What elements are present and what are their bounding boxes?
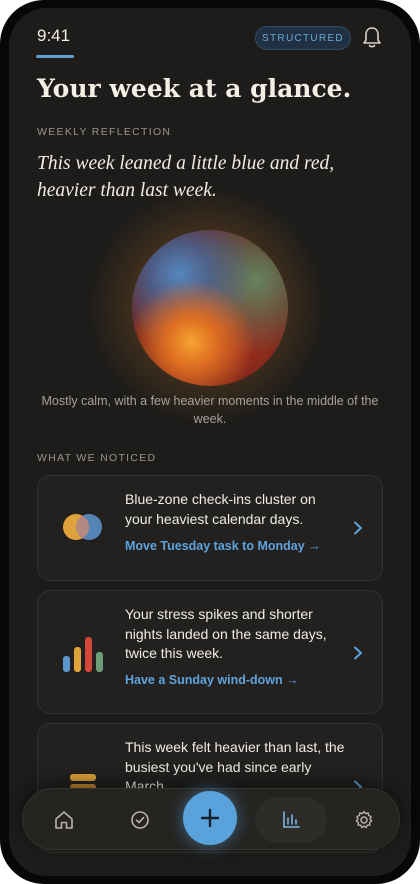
settings-gear-icon[interactable] bbox=[353, 809, 375, 831]
add-entry-button[interactable] bbox=[183, 791, 237, 845]
insight-card[interactable]: Blue-zone check-ins cluster on your heav… bbox=[37, 475, 383, 581]
status-time: 9:41 bbox=[37, 26, 71, 45]
bar-chart-icon bbox=[63, 637, 103, 672]
phone-frame: 9:41 STRUCTURED Your week at a glance. W… bbox=[0, 0, 420, 884]
page-title: Your week at a glance. bbox=[37, 74, 352, 103]
noticed-label: WHAT WE NOTICED bbox=[37, 452, 157, 464]
screen: 9:41 STRUCTURED Your week at a glance. W… bbox=[9, 8, 411, 876]
reflection-label: WEEKLY REFLECTION bbox=[37, 126, 172, 138]
check-circle-icon[interactable] bbox=[129, 809, 151, 831]
orb-caption: Mostly calm, with a few heavier moments … bbox=[41, 394, 379, 426]
plus-icon bbox=[200, 808, 220, 828]
mood-orb[interactable] bbox=[132, 230, 288, 386]
insight-text: Blue-zone check-ins cluster on your heav… bbox=[125, 491, 316, 527]
insight-action-link[interactable]: Have a Sunday wind-down → bbox=[125, 673, 299, 687]
insight-action-link[interactable]: Move Tuesday task to Monday → bbox=[125, 539, 321, 553]
chevron-right-icon[interactable] bbox=[353, 646, 363, 660]
bell-icon[interactable] bbox=[361, 25, 383, 49]
time-underline bbox=[36, 55, 74, 58]
insights-chart-icon[interactable] bbox=[280, 809, 302, 831]
chevron-right-icon[interactable] bbox=[353, 521, 363, 535]
overlapping-circles-icon bbox=[63, 514, 102, 540]
home-icon[interactable] bbox=[53, 809, 75, 831]
insight-text: Your stress spikes and shorter nights la… bbox=[125, 606, 327, 661]
mode-badge[interactable]: STRUCTURED bbox=[255, 26, 351, 50]
insight-card[interactable]: Your stress spikes and shorter nights la… bbox=[37, 590, 383, 714]
